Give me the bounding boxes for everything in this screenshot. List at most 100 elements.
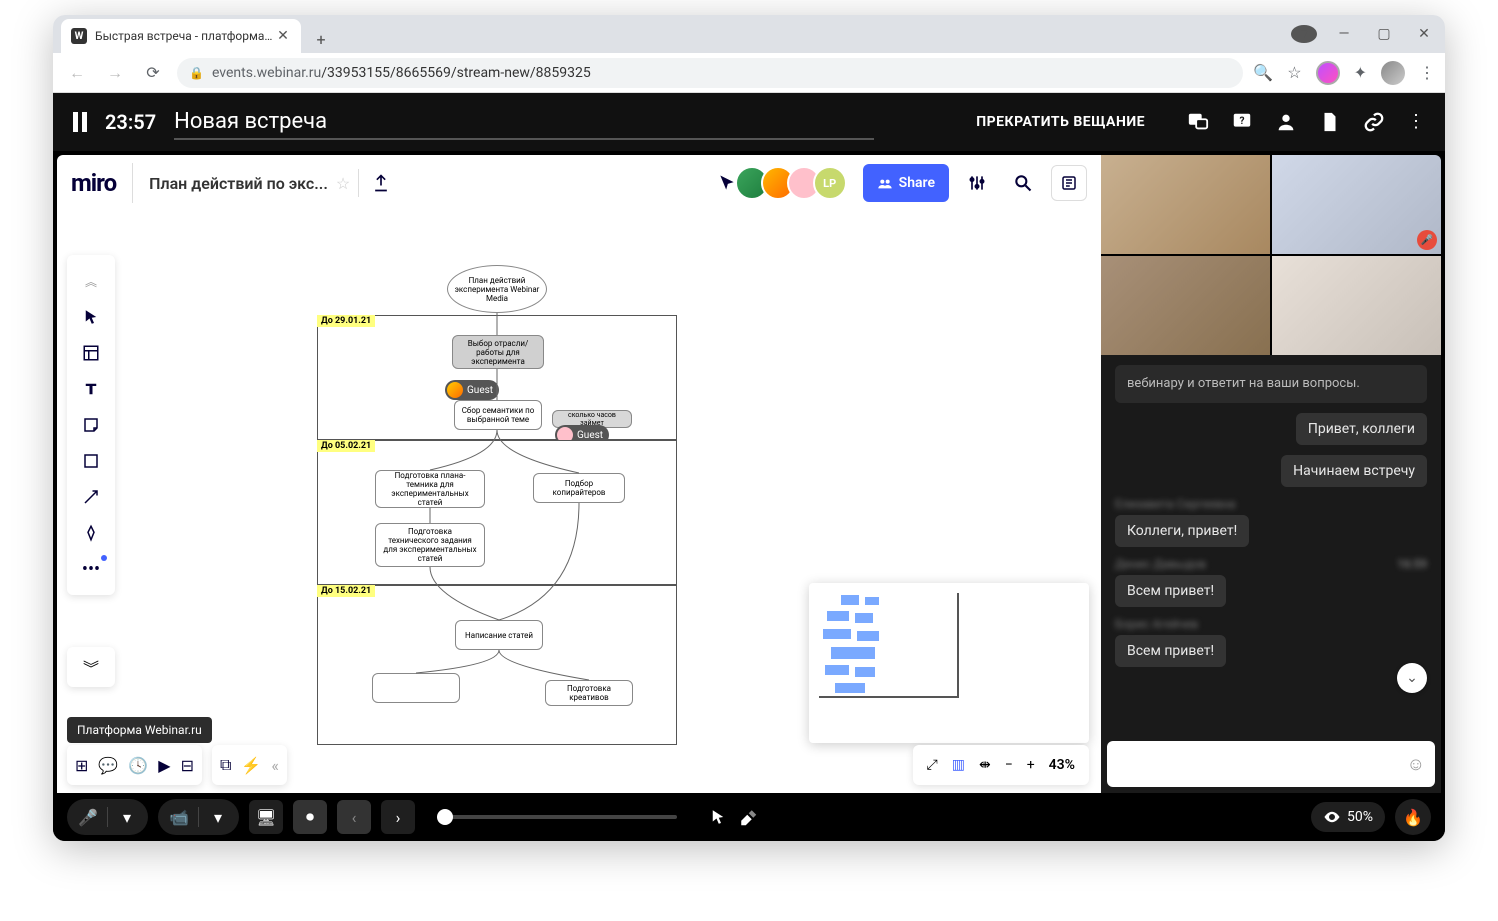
emoji-icon[interactable]: ☺ bbox=[1407, 754, 1425, 775]
mic-dropdown[interactable]: ▾ bbox=[110, 800, 144, 834]
flow-node[interactable] bbox=[372, 673, 460, 703]
flow-node[interactable]: План действий эксперимента Webinar Media bbox=[447, 265, 547, 313]
flow-node[interactable]: Подготовка креативов bbox=[545, 680, 633, 706]
fullscreen-icon[interactable]: ⤢ bbox=[927, 757, 938, 773]
chat-icon[interactable] bbox=[1187, 111, 1209, 133]
mic-button[interactable]: 🎤 bbox=[71, 800, 105, 834]
more-icon[interactable]: ⋮ bbox=[1407, 111, 1425, 133]
bolt-icon[interactable]: ⚡ bbox=[241, 756, 261, 775]
miro-toolbar: ︽ ••• bbox=[67, 255, 115, 595]
caret-down-icon[interactable]: ▾ bbox=[1291, 25, 1317, 43]
flow-node[interactable]: Написание статей bbox=[455, 620, 543, 650]
text-tool[interactable] bbox=[73, 371, 109, 407]
star-icon[interactable]: ☆ bbox=[336, 174, 350, 193]
board-name[interactable]: План действий по экс... bbox=[149, 174, 328, 193]
expand-icon[interactable]: ︾ bbox=[83, 655, 99, 679]
profile-avatar[interactable] bbox=[1381, 61, 1405, 85]
minimap[interactable] bbox=[809, 583, 1089, 743]
camera-dropdown[interactable]: ▾ bbox=[201, 800, 235, 834]
share-button[interactable]: Share bbox=[863, 164, 949, 202]
sticky-tool[interactable] bbox=[73, 407, 109, 443]
date-tag: До 15.02.21 bbox=[317, 585, 375, 597]
eraser-icon[interactable] bbox=[739, 808, 757, 826]
collaborator-avatars[interactable]: LP bbox=[743, 166, 847, 200]
templates-tool[interactable] bbox=[73, 335, 109, 371]
chat-collapse-button[interactable]: ⌄ bbox=[1397, 663, 1427, 693]
url-input[interactable]: 🔒 events.webinar.ru/33953155/8665569/str… bbox=[177, 58, 1243, 88]
date-tag: До 29.01.21 bbox=[317, 315, 375, 327]
pointer-icon[interactable] bbox=[709, 808, 727, 826]
pause-button[interactable] bbox=[73, 112, 87, 132]
comments-icon[interactable]: 💬 bbox=[98, 756, 118, 775]
participant-video[interactable]: 🎤 bbox=[1272, 155, 1441, 254]
extensions-icon[interactable]: ✦ bbox=[1354, 63, 1367, 82]
flow-frame[interactable]: До 05.02.21 bbox=[317, 440, 677, 585]
browser-tab[interactable]: W Быстрая встреча - платформа W ✕ bbox=[61, 19, 301, 53]
next-slide-button[interactable]: › bbox=[381, 800, 415, 834]
collapse-icon[interactable]: ︽ bbox=[73, 263, 109, 299]
close-icon[interactable]: ✕ bbox=[275, 28, 291, 44]
help-icon[interactable]: ? bbox=[1231, 111, 1253, 133]
reload-icon[interactable]: ⟳ bbox=[139, 59, 167, 87]
history-icon[interactable]: 🕓 bbox=[128, 756, 148, 775]
activity-icon[interactable] bbox=[1051, 165, 1087, 201]
bottom-controls: 🎤 ▾ 📹 ▾ 🖥 ⏺ ‹ › 50% bbox=[53, 793, 1445, 841]
progress-slider[interactable] bbox=[437, 815, 677, 819]
zoom-in-button[interactable]: + bbox=[1027, 757, 1035, 773]
participant-video[interactable] bbox=[1101, 155, 1270, 254]
arrow-tool[interactable] bbox=[73, 479, 109, 515]
viewer-count[interactable]: 50% bbox=[1311, 802, 1385, 832]
file-icon[interactable] bbox=[1319, 111, 1341, 133]
camera-button[interactable]: 📹 bbox=[162, 800, 196, 834]
search-icon[interactable]: 🔍 bbox=[1253, 63, 1273, 82]
search-icon[interactable] bbox=[1005, 165, 1041, 201]
avatar[interactable]: LP bbox=[813, 166, 847, 200]
minimize-icon[interactable]: — bbox=[1331, 26, 1357, 42]
reactions-button[interactable]: 🔥 bbox=[1395, 799, 1431, 835]
participant-video[interactable] bbox=[1272, 256, 1441, 355]
pen-tool[interactable] bbox=[73, 515, 109, 551]
screenshare-icon[interactable]: ⧉ bbox=[220, 755, 231, 775]
more-tools[interactable]: ••• bbox=[73, 551, 109, 587]
chat-messages[interactable]: вебинару и ответит на ваши вопросы. Прив… bbox=[1101, 355, 1441, 735]
meeting-title-input[interactable]: Новая встреча bbox=[174, 105, 874, 140]
share-label: Share bbox=[899, 175, 935, 191]
zoom-controls: ⤢ ▥ ⇼ − + 43% bbox=[913, 745, 1089, 785]
flow-node[interactable]: Подготовка плана-темника для эксперимент… bbox=[375, 470, 485, 508]
flow-node[interactable]: Подготовка технического задания для эксп… bbox=[375, 523, 485, 567]
prev-slide-button[interactable]: ‹ bbox=[337, 800, 371, 834]
user-icon[interactable] bbox=[1275, 111, 1297, 133]
stop-broadcast-button[interactable]: ПРЕКРАТИТЬ ВЕЩАНИЕ bbox=[976, 114, 1145, 130]
screen-share-button[interactable]: 🖥 bbox=[249, 800, 283, 834]
apps-icon[interactable]: ⊟ bbox=[181, 756, 194, 775]
shape-tool[interactable] bbox=[73, 443, 109, 479]
close-window-icon[interactable]: ✕ bbox=[1411, 26, 1437, 42]
presenter-cursor-icon[interactable] bbox=[717, 173, 737, 193]
miro-logo[interactable]: miro bbox=[71, 169, 116, 197]
flow-node[interactable]: Подбор копирайтеров bbox=[533, 473, 625, 503]
participant-video[interactable] bbox=[1101, 256, 1270, 355]
zoom-out-button[interactable]: − bbox=[1005, 757, 1013, 773]
flow-node[interactable]: Выбор отрасли/работы для эксперимента bbox=[452, 335, 544, 369]
select-tool[interactable] bbox=[73, 299, 109, 335]
frame-list-icon[interactable]: ⊞ bbox=[75, 756, 88, 775]
settings-icon[interactable] bbox=[959, 165, 995, 201]
back-icon[interactable]: ← bbox=[63, 59, 91, 87]
fit-icon[interactable]: ⇼ bbox=[979, 757, 991, 773]
maximize-icon[interactable]: ▢ bbox=[1371, 26, 1397, 42]
chat-input[interactable] bbox=[1117, 756, 1407, 772]
forward-icon[interactable]: → bbox=[101, 59, 129, 87]
map-icon[interactable]: ▥ bbox=[952, 757, 965, 773]
export-icon[interactable] bbox=[367, 169, 395, 197]
bookmark-icon[interactable]: ☆ bbox=[1287, 63, 1301, 82]
flow-node[interactable]: Сбор семантики по выбранной теме bbox=[454, 400, 542, 430]
collapse-left-icon[interactable]: « bbox=[271, 756, 279, 775]
link-icon[interactable] bbox=[1363, 111, 1385, 133]
presentation-icon[interactable]: ▶ bbox=[158, 756, 170, 775]
mic-muted-icon: 🎤 bbox=[1417, 230, 1437, 250]
record-button[interactable]: ⏺ bbox=[293, 800, 327, 834]
flow-frame[interactable]: До 15.02.21 bbox=[317, 585, 677, 745]
extension-color-icon[interactable] bbox=[1316, 61, 1340, 85]
menu-icon[interactable]: ⋮ bbox=[1419, 63, 1435, 82]
new-tab-button[interactable]: + bbox=[307, 25, 335, 53]
